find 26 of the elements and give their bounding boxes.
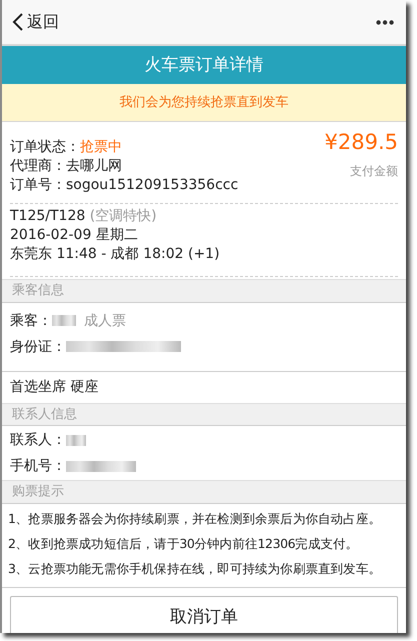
route-text: 东莞东 11:48 - 成都 18:02 (+1) <box>10 245 221 264</box>
section-heading: 购票提示 <box>2 480 406 504</box>
ticket-type-text: 成人票 <box>84 312 126 330</box>
back-button[interactable]: 返回 <box>12 10 59 34</box>
page-title: 火车票订单详情 <box>2 46 406 84</box>
date-text: 2016-02-09 星期二 <box>10 226 139 245</box>
tip-text: 2、收到抢票成功短信后，请于30分钟内前往12306完成支付。 <box>8 534 360 552</box>
seat-text: 首选坐席 硬座 <box>10 378 98 394</box>
order-status-text: 订单状态：抢票中 <box>10 138 123 157</box>
field-label: 乘客： <box>10 312 52 330</box>
order-number-text: 订单号：sogou151209153356ccc <box>10 176 238 195</box>
tip-text: 1、抢票服务器会为你持续刷票，并在检测到余票后为你自动占座。 <box>8 510 382 528</box>
field-label: 联系人： <box>10 431 66 450</box>
field-label: 手机号： <box>10 457 66 476</box>
tip-text: 3、云抢票功能无需你手机保持在线，即可持续为你刷票直到发车。 <box>8 560 382 578</box>
price-amount: ¥289.5 <box>324 130 398 154</box>
agent-text: 代理商：去哪儿网 <box>10 157 123 176</box>
price-label: 支付金额 <box>350 163 398 180</box>
back-icon <box>12 12 24 32</box>
more-icon[interactable] <box>376 20 394 24</box>
notice-text: 我们会为您持续抢票直到发车 <box>2 84 406 122</box>
field-label: 身份证： <box>10 338 66 356</box>
section-heading: 乘客信息 <box>2 279 406 302</box>
section-heading: 联系人信息 <box>2 402 406 426</box>
cancel-order-button[interactable]: 取消订单 <box>10 596 398 633</box>
train-number-text: T125/T128 (空调特快) <box>10 207 158 226</box>
